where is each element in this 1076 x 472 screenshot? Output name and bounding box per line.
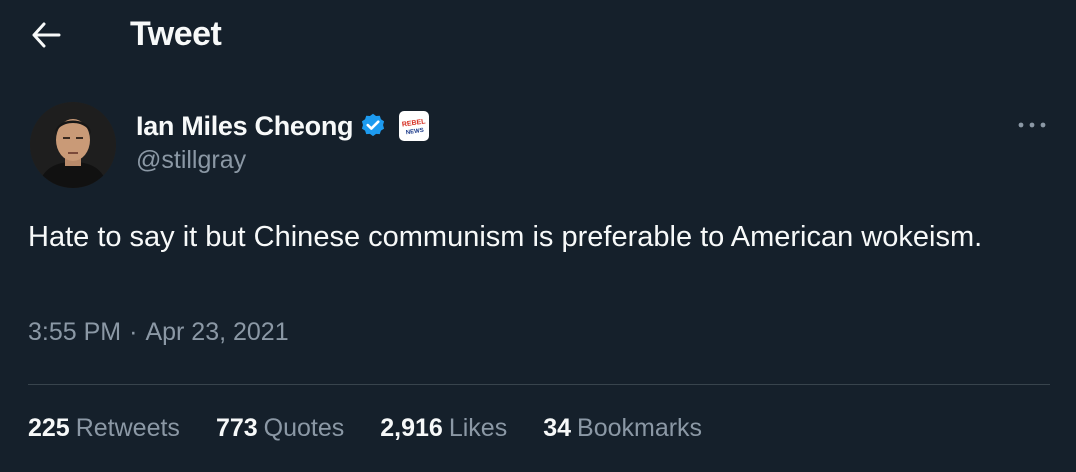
avatar[interactable] bbox=[30, 102, 116, 188]
tweet-timestamp: 3:55 PM · Apr 23, 2021 bbox=[28, 318, 289, 347]
timestamp-separator: · bbox=[129, 318, 138, 346]
page-title: Tweet bbox=[130, 15, 222, 53]
author-handle[interactable]: @stillgray bbox=[136, 146, 246, 175]
stat-count: 34 bbox=[543, 414, 572, 442]
tweet-date[interactable]: Apr 23, 2021 bbox=[145, 318, 288, 347]
stat-quotes[interactable]: 773 Quotes bbox=[216, 414, 344, 443]
avatar-image bbox=[30, 102, 116, 188]
arrow-left-icon bbox=[32, 22, 61, 48]
tweet-time[interactable]: 3:55 PM bbox=[28, 318, 121, 347]
more-horizontal-icon bbox=[1018, 122, 1046, 128]
tweet-stats: 225 Retweets 773 Quotes 2,916 Likes 34 Bookm… bbox=[28, 414, 738, 443]
divider bbox=[28, 384, 1050, 385]
stat-retweets[interactable]: 225 Retweets bbox=[28, 414, 180, 443]
top-bar: Tweet bbox=[0, 0, 1076, 70]
verified-badge-icon bbox=[362, 113, 385, 137]
stat-label: Likes bbox=[448, 414, 508, 442]
tweet-text: Hate to say it but Chinese communism is … bbox=[28, 221, 983, 253]
svg-text:NEWS: NEWS bbox=[406, 128, 425, 136]
stat-likes[interactable]: 2,916 Likes bbox=[380, 414, 507, 443]
back-button[interactable] bbox=[26, 18, 66, 52]
stat-count: 773 bbox=[215, 414, 258, 442]
stat-label: Retweets bbox=[75, 414, 180, 442]
stat-bookmarks[interactable]: 34 Bookmarks bbox=[543, 414, 702, 443]
rebel-news-logo: REBEL NEWS bbox=[402, 118, 426, 136]
stat-label: Bookmarks bbox=[577, 414, 703, 442]
stat-count: 2,916 bbox=[380, 414, 443, 442]
stat-count: 225 bbox=[28, 414, 70, 442]
rebel-news-badge[interactable]: REBEL NEWS bbox=[399, 111, 430, 141]
author-name-row: Ian Miles Cheong REBEL NEWS bbox=[136, 108, 430, 144]
author-display-name[interactable]: Ian Miles Cheong bbox=[136, 111, 354, 142]
stat-label: Quotes bbox=[263, 414, 345, 442]
more-options-button[interactable] bbox=[1012, 110, 1052, 140]
